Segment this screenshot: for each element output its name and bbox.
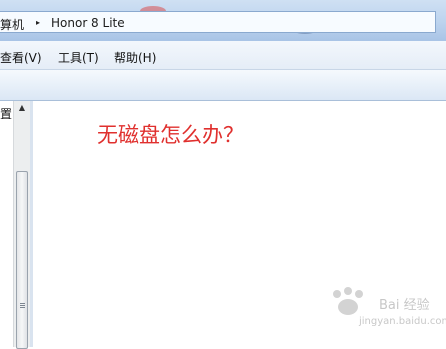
watermark-brand: Bai 经验 bbox=[379, 298, 430, 313]
command-toolbar bbox=[0, 70, 446, 101]
annotation-text: 无磁盘怎么办？ bbox=[97, 123, 244, 147]
menu-view[interactable]: 查看(V) bbox=[0, 49, 42, 66]
breadcrumb-computer[interactable]: 算机 bbox=[0, 16, 24, 33]
file-list-area[interactable]: 无磁盘怎么办？ Bai 经验 jingyan.baidu.com bbox=[33, 101, 446, 347]
paw-logo-icon bbox=[333, 287, 363, 315]
breadcrumb-device[interactable]: Honor 8 Lite bbox=[51, 16, 125, 30]
scrollbar-thumb[interactable] bbox=[16, 171, 28, 349]
nav-pane-scrollbar[interactable]: ▲ bbox=[13, 101, 30, 349]
menu-help[interactable]: 帮助(H) bbox=[114, 49, 156, 66]
thumb-grip-line bbox=[20, 303, 25, 304]
thumb-grip-line bbox=[20, 305, 25, 306]
breadcrumb-separator-icon[interactable]: ▸ bbox=[36, 18, 40, 27]
watermark-url: jingyan.baidu.com bbox=[359, 316, 446, 327]
baidu-jingyan-watermark: Bai 经验 jingyan.baidu.com bbox=[323, 286, 446, 336]
address-bar[interactable]: 算机 ▸ Honor 8 Lite bbox=[0, 11, 436, 33]
menu-tools[interactable]: 工具(T) bbox=[58, 49, 99, 66]
nav-item-label[interactable]: 置 bbox=[0, 105, 12, 122]
scroll-up-arrow-icon[interactable]: ▲ bbox=[14, 103, 30, 112]
menu-bar: 查看(V) 工具(T) 帮助(H) bbox=[0, 41, 446, 70]
window-title-area: 算机 ▸ Honor 8 Lite bbox=[0, 0, 446, 41]
navigation-pane: 置 bbox=[0, 101, 13, 347]
thumb-grip-line bbox=[20, 307, 25, 308]
